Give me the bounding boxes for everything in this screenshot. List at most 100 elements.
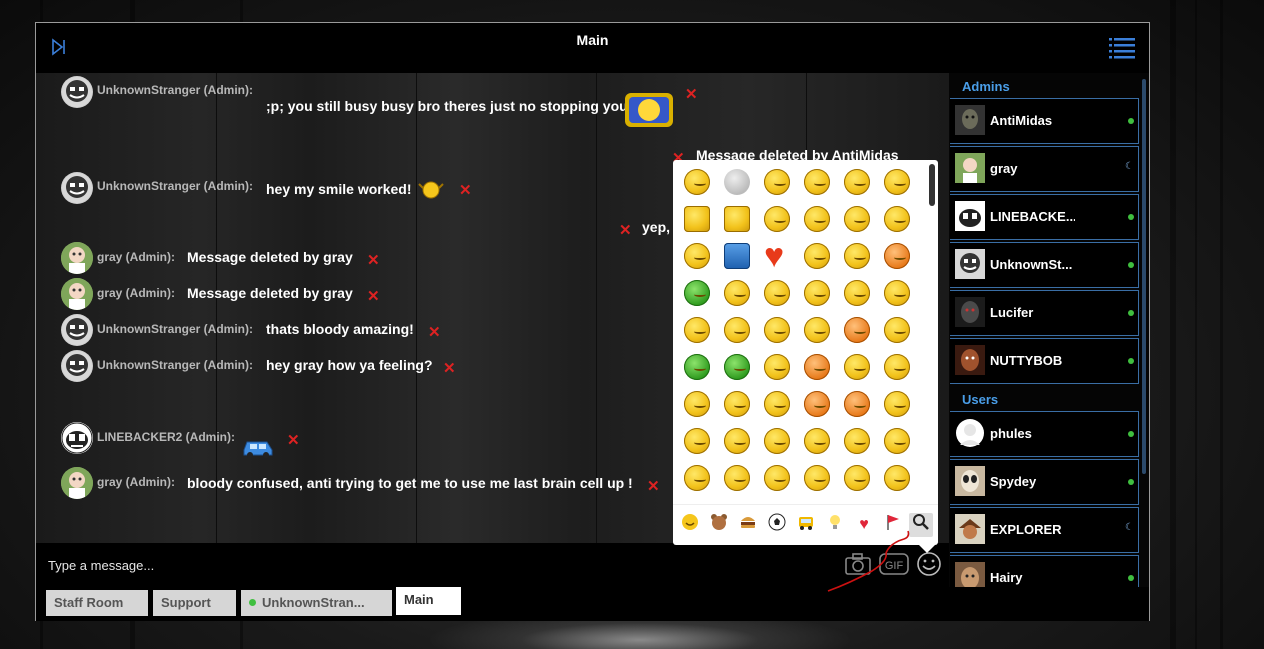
- smiley-avatar[interactable]: [61, 314, 93, 346]
- message-author[interactable]: gray (Admin):: [97, 250, 175, 264]
- emoji-icon[interactable]: [916, 551, 942, 577]
- flag-category-icon[interactable]: [881, 513, 905, 537]
- user-list-item[interactable]: LINEBACKE...: [950, 194, 1139, 240]
- emoji-option[interactable]: [721, 314, 753, 346]
- emoji-option[interactable]: [721, 462, 753, 494]
- delete-icon[interactable]: ✕: [287, 433, 300, 448]
- user-list-item[interactable]: Hairy: [950, 555, 1139, 587]
- emoji-option[interactable]: [681, 277, 713, 309]
- emoji-option[interactable]: [721, 388, 753, 420]
- emoji-scrollbar[interactable]: [929, 164, 935, 206]
- emoji-option[interactable]: [801, 203, 833, 235]
- emoji-option[interactable]: [881, 166, 913, 198]
- emoji-option[interactable]: [721, 425, 753, 457]
- emoji-option[interactable]: [881, 462, 913, 494]
- emoji-option[interactable]: [841, 166, 873, 198]
- object-category-icon[interactable]: [823, 513, 847, 537]
- emoji-option[interactable]: [801, 388, 833, 420]
- delete-icon[interactable]: ✕: [619, 223, 632, 238]
- old-man-avatar[interactable]: [61, 467, 93, 499]
- message-author[interactable]: UnknownStranger (Admin):: [97, 179, 253, 193]
- user-list-sidebar[interactable]: Admins AntiMidas gray ☾ LINEBACKE... Unk…: [949, 73, 1149, 587]
- smiley-avatar[interactable]: [61, 172, 93, 204]
- emoji-option[interactable]: [801, 425, 833, 457]
- emoji-option[interactable]: [761, 314, 793, 346]
- emoji-option[interactable]: [801, 499, 833, 501]
- emoji-option[interactable]: [881, 314, 913, 346]
- emoji-option[interactable]: [801, 462, 833, 494]
- emoji-option[interactable]: [841, 277, 873, 309]
- message-author[interactable]: gray (Admin):: [97, 475, 175, 489]
- delete-icon[interactable]: ✕: [685, 87, 698, 102]
- emoji-option[interactable]: [881, 351, 913, 383]
- delete-icon[interactable]: ✕: [428, 325, 441, 340]
- user-list-item[interactable]: UnknownSt...: [950, 242, 1139, 288]
- emoji-option[interactable]: [681, 499, 713, 501]
- emoji-option[interactable]: [881, 425, 913, 457]
- tab-private-chat[interactable]: UnknownStran...: [241, 590, 392, 616]
- emoji-option[interactable]: [761, 425, 793, 457]
- message-author[interactable]: UnknownStranger (Admin):: [97, 358, 253, 372]
- sport-category-icon[interactable]: [765, 513, 789, 537]
- emoji-option[interactable]: [681, 203, 713, 235]
- tab-staff-room[interactable]: Staff Room: [46, 590, 148, 616]
- emoji-option[interactable]: [681, 388, 713, 420]
- emoji-option[interactable]: [721, 203, 753, 235]
- emoji-option[interactable]: [801, 166, 833, 198]
- gif-icon[interactable]: GIF: [879, 551, 909, 577]
- emoji-option[interactable]: [721, 499, 753, 501]
- emoji-option[interactable]: [681, 166, 713, 198]
- emoji-option[interactable]: [721, 351, 753, 383]
- emoji-option[interactable]: [841, 240, 873, 272]
- menu-icon[interactable]: [1109, 37, 1135, 59]
- message-author[interactable]: UnknownStranger (Admin):: [97, 83, 253, 97]
- tab-main[interactable]: Main: [396, 587, 461, 615]
- emoji-option[interactable]: [801, 240, 833, 272]
- emoji-option[interactable]: [881, 499, 913, 501]
- emoji-option[interactable]: [841, 425, 873, 457]
- emoji-option[interactable]: [761, 203, 793, 235]
- tab-support[interactable]: Support: [153, 590, 236, 616]
- delete-icon[interactable]: ✕: [459, 183, 472, 198]
- emoji-option[interactable]: [721, 277, 753, 309]
- emoji-option[interactable]: [761, 237, 793, 276]
- smiley-avatar[interactable]: [61, 76, 93, 108]
- emoji-option[interactable]: [721, 166, 753, 198]
- delete-icon[interactable]: ✕: [367, 253, 380, 268]
- animal-category-icon[interactable]: [707, 513, 731, 537]
- emoji-option[interactable]: [881, 240, 913, 272]
- emoji-option[interactable]: [681, 462, 713, 494]
- emoji-option[interactable]: [761, 388, 793, 420]
- user-list-item[interactable]: Spydey: [950, 459, 1139, 505]
- emoji-option[interactable]: [881, 277, 913, 309]
- emoji-option[interactable]: [681, 314, 713, 346]
- heart-category-icon[interactable]: ♥: [852, 513, 876, 537]
- delete-icon[interactable]: ✕: [443, 361, 456, 376]
- emoji-option[interactable]: [801, 277, 833, 309]
- message-input[interactable]: [46, 553, 650, 577]
- old-man-avatar[interactable]: [61, 242, 93, 274]
- delete-icon[interactable]: ✕: [647, 479, 660, 494]
- user-list-item[interactable]: phules: [950, 411, 1139, 457]
- emoji-option[interactable]: [761, 462, 793, 494]
- emoji-option[interactable]: [761, 166, 793, 198]
- message-author[interactable]: LINEBACKER2 (Admin):: [97, 430, 235, 444]
- emoji-option[interactable]: [841, 499, 873, 501]
- sidebar-scrollbar[interactable]: [1142, 79, 1146, 474]
- emoji-option[interactable]: [801, 314, 833, 346]
- delete-icon[interactable]: ✕: [367, 289, 380, 304]
- emoji-option[interactable]: [681, 351, 713, 383]
- camera-icon[interactable]: [844, 551, 872, 577]
- emoji-option[interactable]: [881, 388, 913, 420]
- search-category-icon[interactable]: [909, 513, 933, 537]
- emoji-option[interactable]: [801, 351, 833, 383]
- user-list-item[interactable]: Lucifer: [950, 290, 1139, 336]
- user-list-item[interactable]: gray ☾: [950, 146, 1139, 192]
- emoji-option[interactable]: [841, 351, 873, 383]
- message-author[interactable]: gray (Admin):: [97, 286, 175, 300]
- smiley-category-icon[interactable]: [678, 513, 702, 537]
- emoji-option[interactable]: [841, 314, 873, 346]
- user-list-item[interactable]: NUTTYBOB: [950, 338, 1139, 384]
- emoji-option[interactable]: [761, 499, 793, 501]
- emoji-option[interactable]: [721, 240, 753, 272]
